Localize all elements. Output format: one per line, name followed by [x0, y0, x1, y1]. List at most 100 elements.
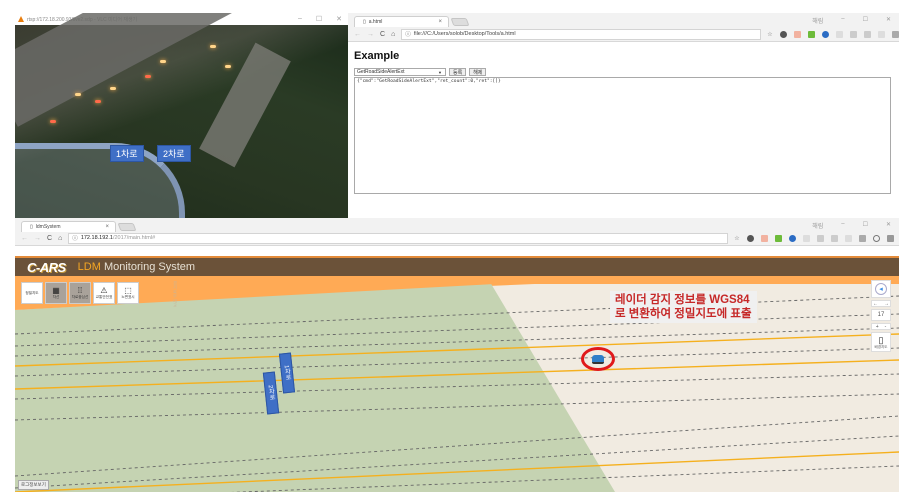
android-icon[interactable] [774, 234, 782, 242]
extension-icon[interactable] [877, 30, 885, 38]
extension-icon[interactable] [830, 234, 838, 242]
new-tab-button[interactable] [117, 223, 137, 231]
centerline-icon: ⁞⁞ [77, 286, 83, 295]
url-path: /2017/main.html# [112, 235, 156, 241]
extension-icon[interactable] [816, 234, 824, 242]
page-icon: ▯ [30, 224, 33, 230]
cars-logo: C-ARS [27, 259, 66, 275]
layer-precision-map[interactable]: 정밀지도 [21, 282, 43, 304]
extension-icon[interactable] [802, 234, 810, 242]
layer-label: 차선 [52, 295, 60, 299]
reload-button[interactable]: C [47, 235, 52, 242]
info-icon[interactable]: ⓘ [72, 234, 78, 242]
command-select[interactable]: GetRoadSideAlertExt ▼ [354, 68, 446, 76]
close-button[interactable]: ✕ [886, 16, 891, 25]
page-heading: Example [354, 50, 400, 62]
speed-icon[interactable] [872, 234, 880, 242]
layer-lane-centerline[interactable]: ⁞⁞ 차로중심선 [69, 282, 91, 304]
basemap-button[interactable]: ▯ 배경지도 [871, 332, 891, 352]
output-textarea[interactable]: {"cmd":"GetRoadSideAlertExt","ret_count"… [354, 77, 891, 194]
back-button[interactable]: ← [354, 31, 361, 38]
minimize-button[interactable]: – [298, 15, 302, 23]
rotate-right-icon[interactable]: → [884, 301, 889, 307]
register-button[interactable]: 등록 [449, 68, 467, 76]
extension-icon[interactable] [886, 234, 894, 242]
layer-traffic-signs[interactable]: ⚠ 교통안전표 [93, 282, 115, 304]
bookmark-star-icon[interactable]: ☆ [734, 235, 739, 242]
select-value: GetRoadSideAlertExt [357, 69, 405, 75]
back-button[interactable]: ← [21, 235, 28, 242]
calendar-icon[interactable] [793, 30, 801, 38]
lane-icon: ▦ [52, 286, 60, 295]
forward-button[interactable]: → [367, 31, 374, 38]
maximize-button[interactable]: ☐ [316, 15, 322, 23]
evernote-icon[interactable] [746, 234, 754, 242]
compass-icon: ◂ [875, 283, 887, 295]
address-bar[interactable]: ⓘ 172.18.192.1 /2017/main.html# [68, 232, 729, 244]
zoom-buttons: + - [871, 323, 891, 330]
close-button[interactable]: ✕ [336, 15, 342, 23]
layer-label: 노면표시 [121, 295, 135, 299]
home-button[interactable]: ⌂ [58, 235, 62, 242]
compass-control[interactable]: ◂ [871, 280, 891, 298]
dropdown-caret-icon: ▼ [438, 69, 442, 75]
tab-bar: ▯ a.html × 해림 – ☐ ✕ [348, 13, 899, 27]
cctv-video[interactable]: 1차로 2차로 [15, 13, 348, 218]
extension-icon[interactable] [835, 30, 843, 38]
maximize-button[interactable]: ☐ [863, 221, 868, 230]
zoom-out-button[interactable]: - [885, 324, 887, 330]
minimize-button[interactable]: – [841, 221, 844, 230]
annotation-line-2: 로 변환하여 정밀지도에 표출 [615, 308, 752, 320]
tab-close-icon[interactable]: × [105, 224, 109, 230]
forward-button[interactable]: → [34, 235, 41, 242]
extension-icon[interactable] [844, 234, 852, 242]
rotate-control[interactable]: ← → [871, 300, 891, 307]
globe-icon[interactable] [788, 234, 796, 242]
calendar-icon[interactable] [760, 234, 768, 242]
close-button[interactable]: ✕ [886, 221, 891, 230]
layer-road-markings[interactable]: ⬚ 노면표시 [117, 282, 139, 304]
precision-map[interactable]: 정밀지도 ▦ 차선 ⁞⁞ 차로중심선 ⚠ 교통안전표 ⬚ 노면표시 경기 북부 … [15, 276, 899, 492]
bookmark-star-icon[interactable]: ☆ [767, 31, 772, 38]
map-canvas[interactable] [15, 276, 899, 492]
reload-button[interactable]: C [380, 31, 385, 38]
extension-icon[interactable] [849, 30, 857, 38]
rotate-left-icon[interactable]: ← [873, 301, 878, 307]
zoom-in-button[interactable]: + [876, 324, 879, 330]
globe-icon[interactable] [821, 30, 829, 38]
annotation-line-1: 레이더 감지 정보를 WGS84 [615, 294, 750, 306]
warning-icon: ⚠ [100, 286, 108, 295]
extension-icon[interactable] [858, 234, 866, 242]
map-place-label: 경기 북부 대교 [173, 281, 178, 308]
layer-label: 교통안전표 [95, 295, 113, 299]
profile-name[interactable]: 해림 [812, 221, 823, 230]
home-button[interactable]: ⌂ [391, 31, 395, 38]
tab-close-icon[interactable]: × [438, 19, 442, 25]
browser-window-a-html: ▯ a.html × 해림 – ☐ ✕ ← → C ⌂ ⓘ file:///C:… [348, 13, 899, 218]
tab-ldmsystem[interactable]: ▯ ldmSystem × [21, 221, 116, 232]
tab-a-html[interactable]: ▯ a.html × [354, 16, 449, 27]
app-title-rest: Monitoring System [100, 261, 196, 273]
extension-icon[interactable] [891, 30, 899, 38]
vehicle-light [50, 120, 56, 123]
view-log-button[interactable]: 로그정보보기 [18, 480, 49, 490]
evernote-icon[interactable] [779, 30, 787, 38]
new-tab-button[interactable] [450, 18, 470, 26]
layer-lanes[interactable]: ▦ 차선 [45, 282, 67, 304]
url-text: file:///C:/Users/solob/Desktop/Tools/a.h… [413, 31, 516, 37]
minimize-button[interactable]: – [841, 16, 844, 25]
maximize-button[interactable]: ☐ [863, 16, 868, 25]
profile-name[interactable]: 해림 [812, 16, 823, 25]
marking-icon: ⬚ [124, 286, 132, 295]
page-icon: ▯ [363, 19, 366, 25]
release-button[interactable]: 해제 [469, 68, 487, 76]
android-icon[interactable] [807, 30, 815, 38]
extension-icon[interactable] [863, 30, 871, 38]
info-icon[interactable]: ⓘ [405, 30, 411, 38]
tab-title: a.html [368, 19, 383, 25]
detection-circle[interactable] [581, 347, 615, 371]
desktop: rtsp://172.18.200.93/live2.sdp - VLC 미디어… [0, 0, 899, 504]
address-bar[interactable]: ⓘ file:///C:/Users/solob/Desktop/Tools/a… [401, 28, 762, 40]
annotation-box: 레이더 감지 정보를 WGS84 로 변환하여 정밀지도에 표출 [610, 291, 757, 323]
app-header: C-ARS LDM Monitoring System [15, 256, 899, 276]
